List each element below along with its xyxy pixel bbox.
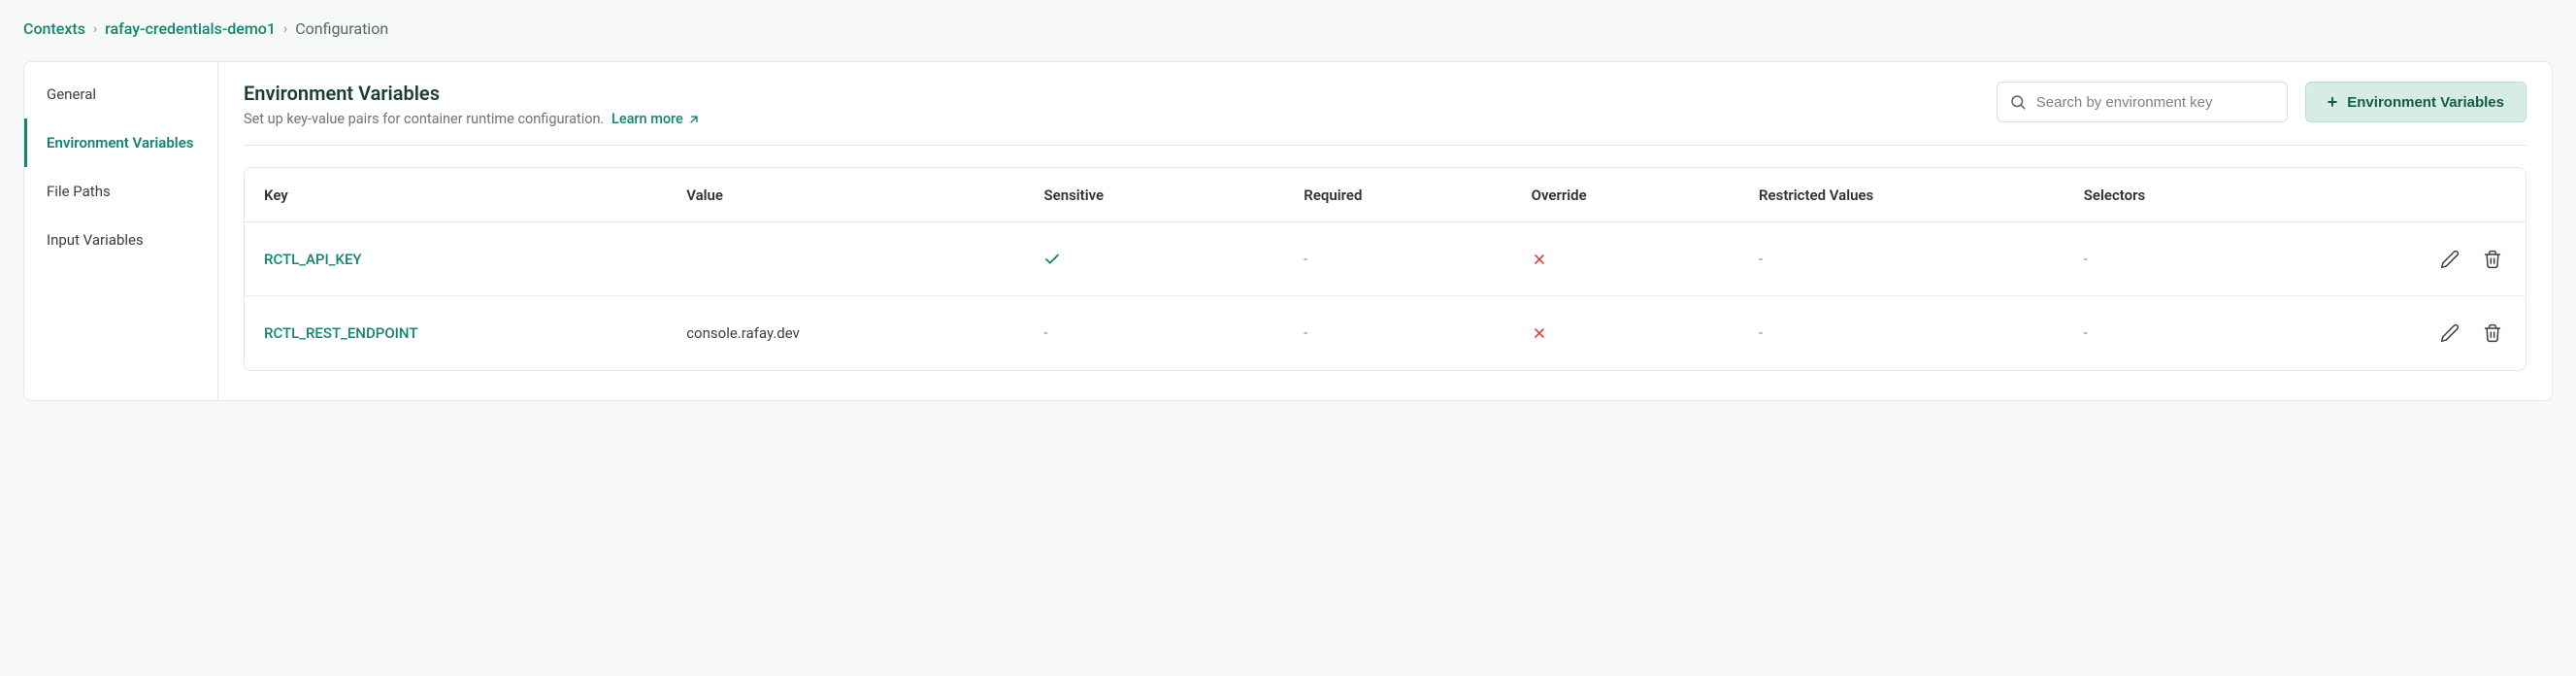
learn-more-link[interactable]: Learn more — [611, 111, 701, 127]
table-row: RCTL_REST_ENDPOINTconsole.rafay.dev---- — [245, 296, 2526, 370]
chevron-right-icon: › — [93, 21, 97, 37]
cell-key[interactable]: RCTL_REST_ENDPOINT — [264, 324, 686, 342]
delete-button[interactable] — [2479, 320, 2506, 347]
breadcrumb-item[interactable]: rafay-credentials-demo1 — [105, 19, 276, 38]
breadcrumb: Contexts › rafay-credentials-demo1 › Con… — [23, 19, 2553, 38]
pencil-icon — [2440, 323, 2460, 343]
cell-restricted: - — [1759, 252, 2084, 267]
col-key: Key — [264, 186, 686, 204]
add-environment-variables-button[interactable]: + Environment Variables — [2305, 82, 2526, 122]
cell-required: - — [1304, 252, 1531, 267]
col-restricted: Restricted Values — [1759, 186, 2084, 204]
plus-icon: + — [2328, 93, 2338, 111]
trash-icon — [2483, 250, 2502, 269]
sidebar-item-general[interactable]: General — [24, 70, 217, 118]
cell-sensitive — [1043, 251, 1304, 268]
config-panel: General Environment Variables File Paths… — [23, 61, 2553, 401]
cell-selectors: - — [2084, 320, 2506, 347]
col-required: Required — [1304, 186, 1531, 204]
sidebar-item-environment-variables[interactable]: Environment Variables — [24, 118, 217, 167]
env-variables-table: Key Value Sensitive Required Override Re… — [244, 167, 2526, 371]
cell-restricted: - — [1759, 325, 2084, 341]
col-override: Override — [1532, 186, 1759, 204]
divider — [244, 145, 2526, 146]
pencil-icon — [2440, 250, 2460, 269]
x-icon — [1532, 325, 1547, 341]
sidebar-item-input-variables[interactable]: Input Variables — [24, 216, 217, 264]
sidebar: General Environment Variables File Paths… — [24, 62, 218, 400]
external-link-icon — [687, 113, 701, 126]
chevron-right-icon: › — [283, 21, 287, 37]
page-subtitle: Set up key-value pairs for container run… — [244, 111, 701, 127]
cell-override — [1532, 252, 1759, 267]
edit-button[interactable] — [2436, 320, 2463, 347]
search-input[interactable] — [2036, 94, 2275, 111]
cell-required: - — [1304, 325, 1531, 341]
table-header: Key Value Sensitive Required Override Re… — [245, 168, 2526, 222]
cell-override — [1532, 325, 1759, 341]
cell-value: console.rafay.dev — [686, 324, 1043, 342]
cell-sensitive: - — [1043, 325, 1304, 341]
breadcrumb-current: Configuration — [295, 19, 388, 38]
cell-key[interactable]: RCTL_API_KEY — [264, 251, 686, 268]
page-title: Environment Variables — [244, 82, 701, 105]
breadcrumb-root[interactable]: Contexts — [23, 19, 85, 38]
sidebar-item-file-paths[interactable]: File Paths — [24, 167, 217, 216]
check-icon — [1043, 251, 1061, 268]
col-selectors: Selectors — [2084, 186, 2506, 204]
search-input-wrap[interactable] — [1997, 82, 2288, 122]
search-icon — [2009, 93, 2027, 111]
x-icon — [1532, 252, 1547, 267]
trash-icon — [2483, 323, 2502, 343]
delete-button[interactable] — [2479, 246, 2506, 273]
edit-button[interactable] — [2436, 246, 2463, 273]
col-value: Value — [686, 186, 1043, 204]
main-content: Environment Variables Set up key-value p… — [218, 62, 2552, 400]
col-sensitive: Sensitive — [1043, 186, 1304, 204]
table-row: RCTL_API_KEY--- — [245, 222, 2526, 296]
cell-selectors: - — [2084, 246, 2506, 273]
